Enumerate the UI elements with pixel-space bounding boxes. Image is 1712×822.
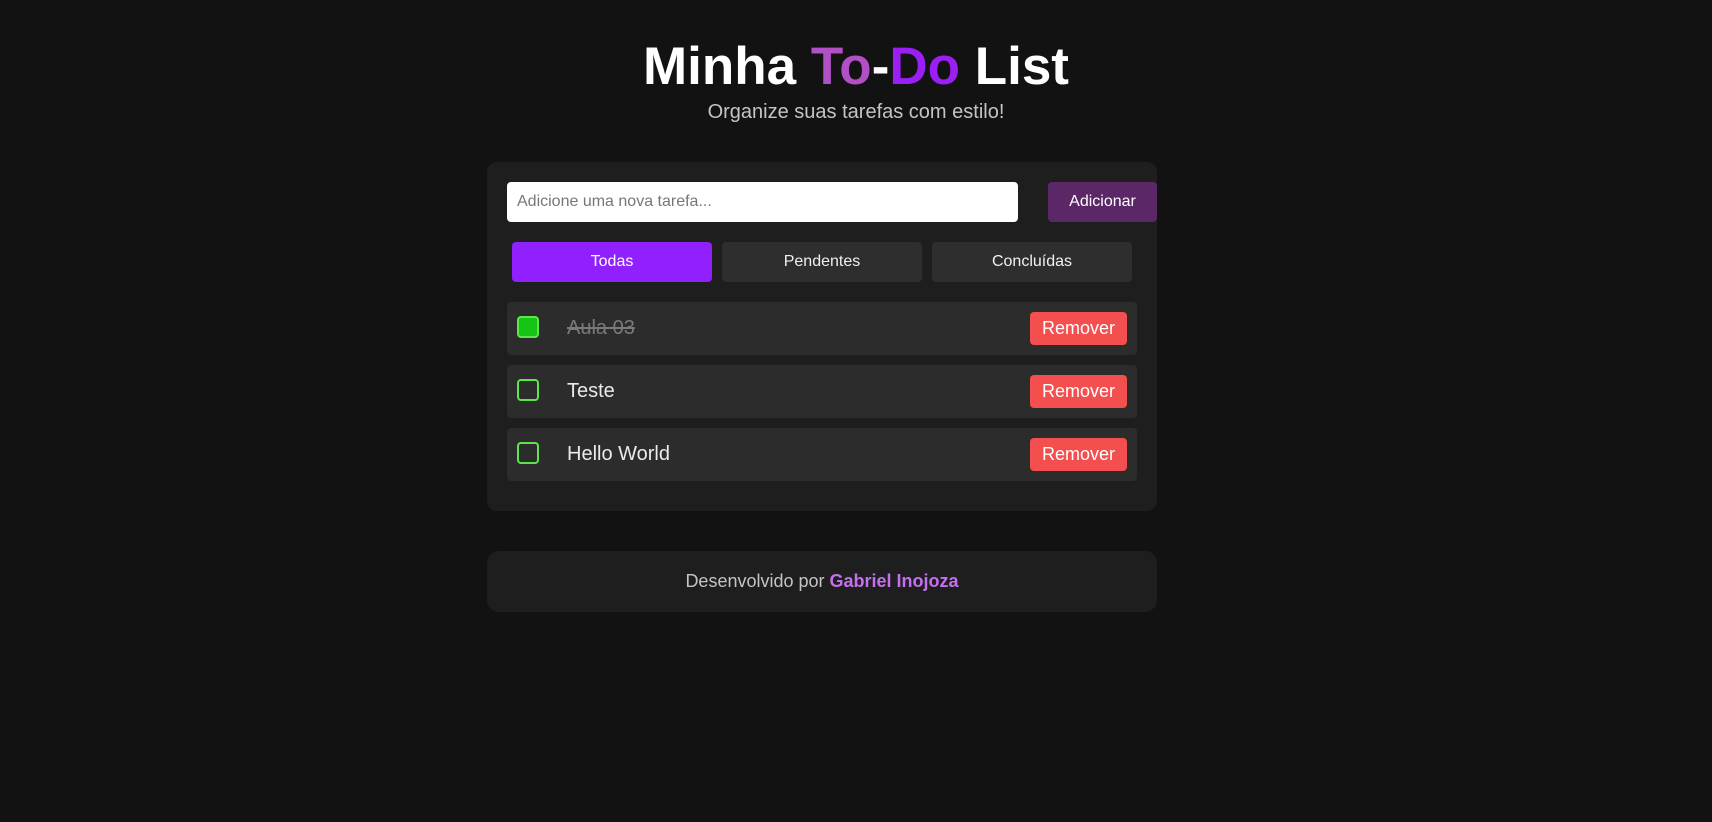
task-checkbox[interactable] <box>517 379 539 401</box>
task-checkbox[interactable] <box>517 316 539 338</box>
header: Minha To-Do List Organize suas tarefas c… <box>0 36 1712 124</box>
new-task-input[interactable] <box>507 182 1018 222</box>
task-item: Hello World Remover <box>507 428 1137 481</box>
task-list: Aula 03 Remover Teste Remover Hello Worl… <box>507 302 1137 491</box>
remove-task-button[interactable]: Remover <box>1030 438 1127 471</box>
filter-tabs: Todas Pendentes Concluídas <box>512 242 1132 282</box>
page-subtitle: Organize suas tarefas com estilo! <box>707 101 1005 123</box>
remove-task-button[interactable]: Remover <box>1030 312 1127 345</box>
todo-card: Adicionar Todas Pendentes Concluídas Aul… <box>487 162 1157 511</box>
add-task-row: Adicionar <box>507 182 1157 222</box>
filter-completed-button[interactable]: Concluídas <box>932 242 1132 282</box>
footer-author-name: Gabriel Inojoza <box>829 571 959 591</box>
title-part-dash: - <box>871 37 890 96</box>
filter-pending-button[interactable]: Pendentes <box>722 242 922 282</box>
task-item: Aula 03 Remover <box>507 302 1137 355</box>
footer-credit-prefix: Desenvolvido por <box>685 571 830 591</box>
title-part-do: Do <box>889 37 960 96</box>
filter-all-button[interactable]: Todas <box>512 242 712 282</box>
page: Minha To-Do List Organize suas tarefas c… <box>0 0 1712 822</box>
footer: Desenvolvido por Gabriel Inojoza <box>487 551 1157 612</box>
task-checkbox[interactable] <box>517 442 539 464</box>
task-text: Hello World <box>567 443 670 465</box>
title-part-minha: Minha <box>643 37 811 96</box>
title-part-to: To <box>810 37 872 96</box>
task-item: Teste Remover <box>507 365 1137 418</box>
page-title: Minha To-Do List <box>0 36 1712 98</box>
task-text: Aula 03 <box>567 317 635 339</box>
add-task-button[interactable]: Adicionar <box>1048 182 1157 222</box>
task-text: Teste <box>567 380 615 402</box>
remove-task-button[interactable]: Remover <box>1030 375 1127 408</box>
title-part-list: List <box>960 37 1069 96</box>
